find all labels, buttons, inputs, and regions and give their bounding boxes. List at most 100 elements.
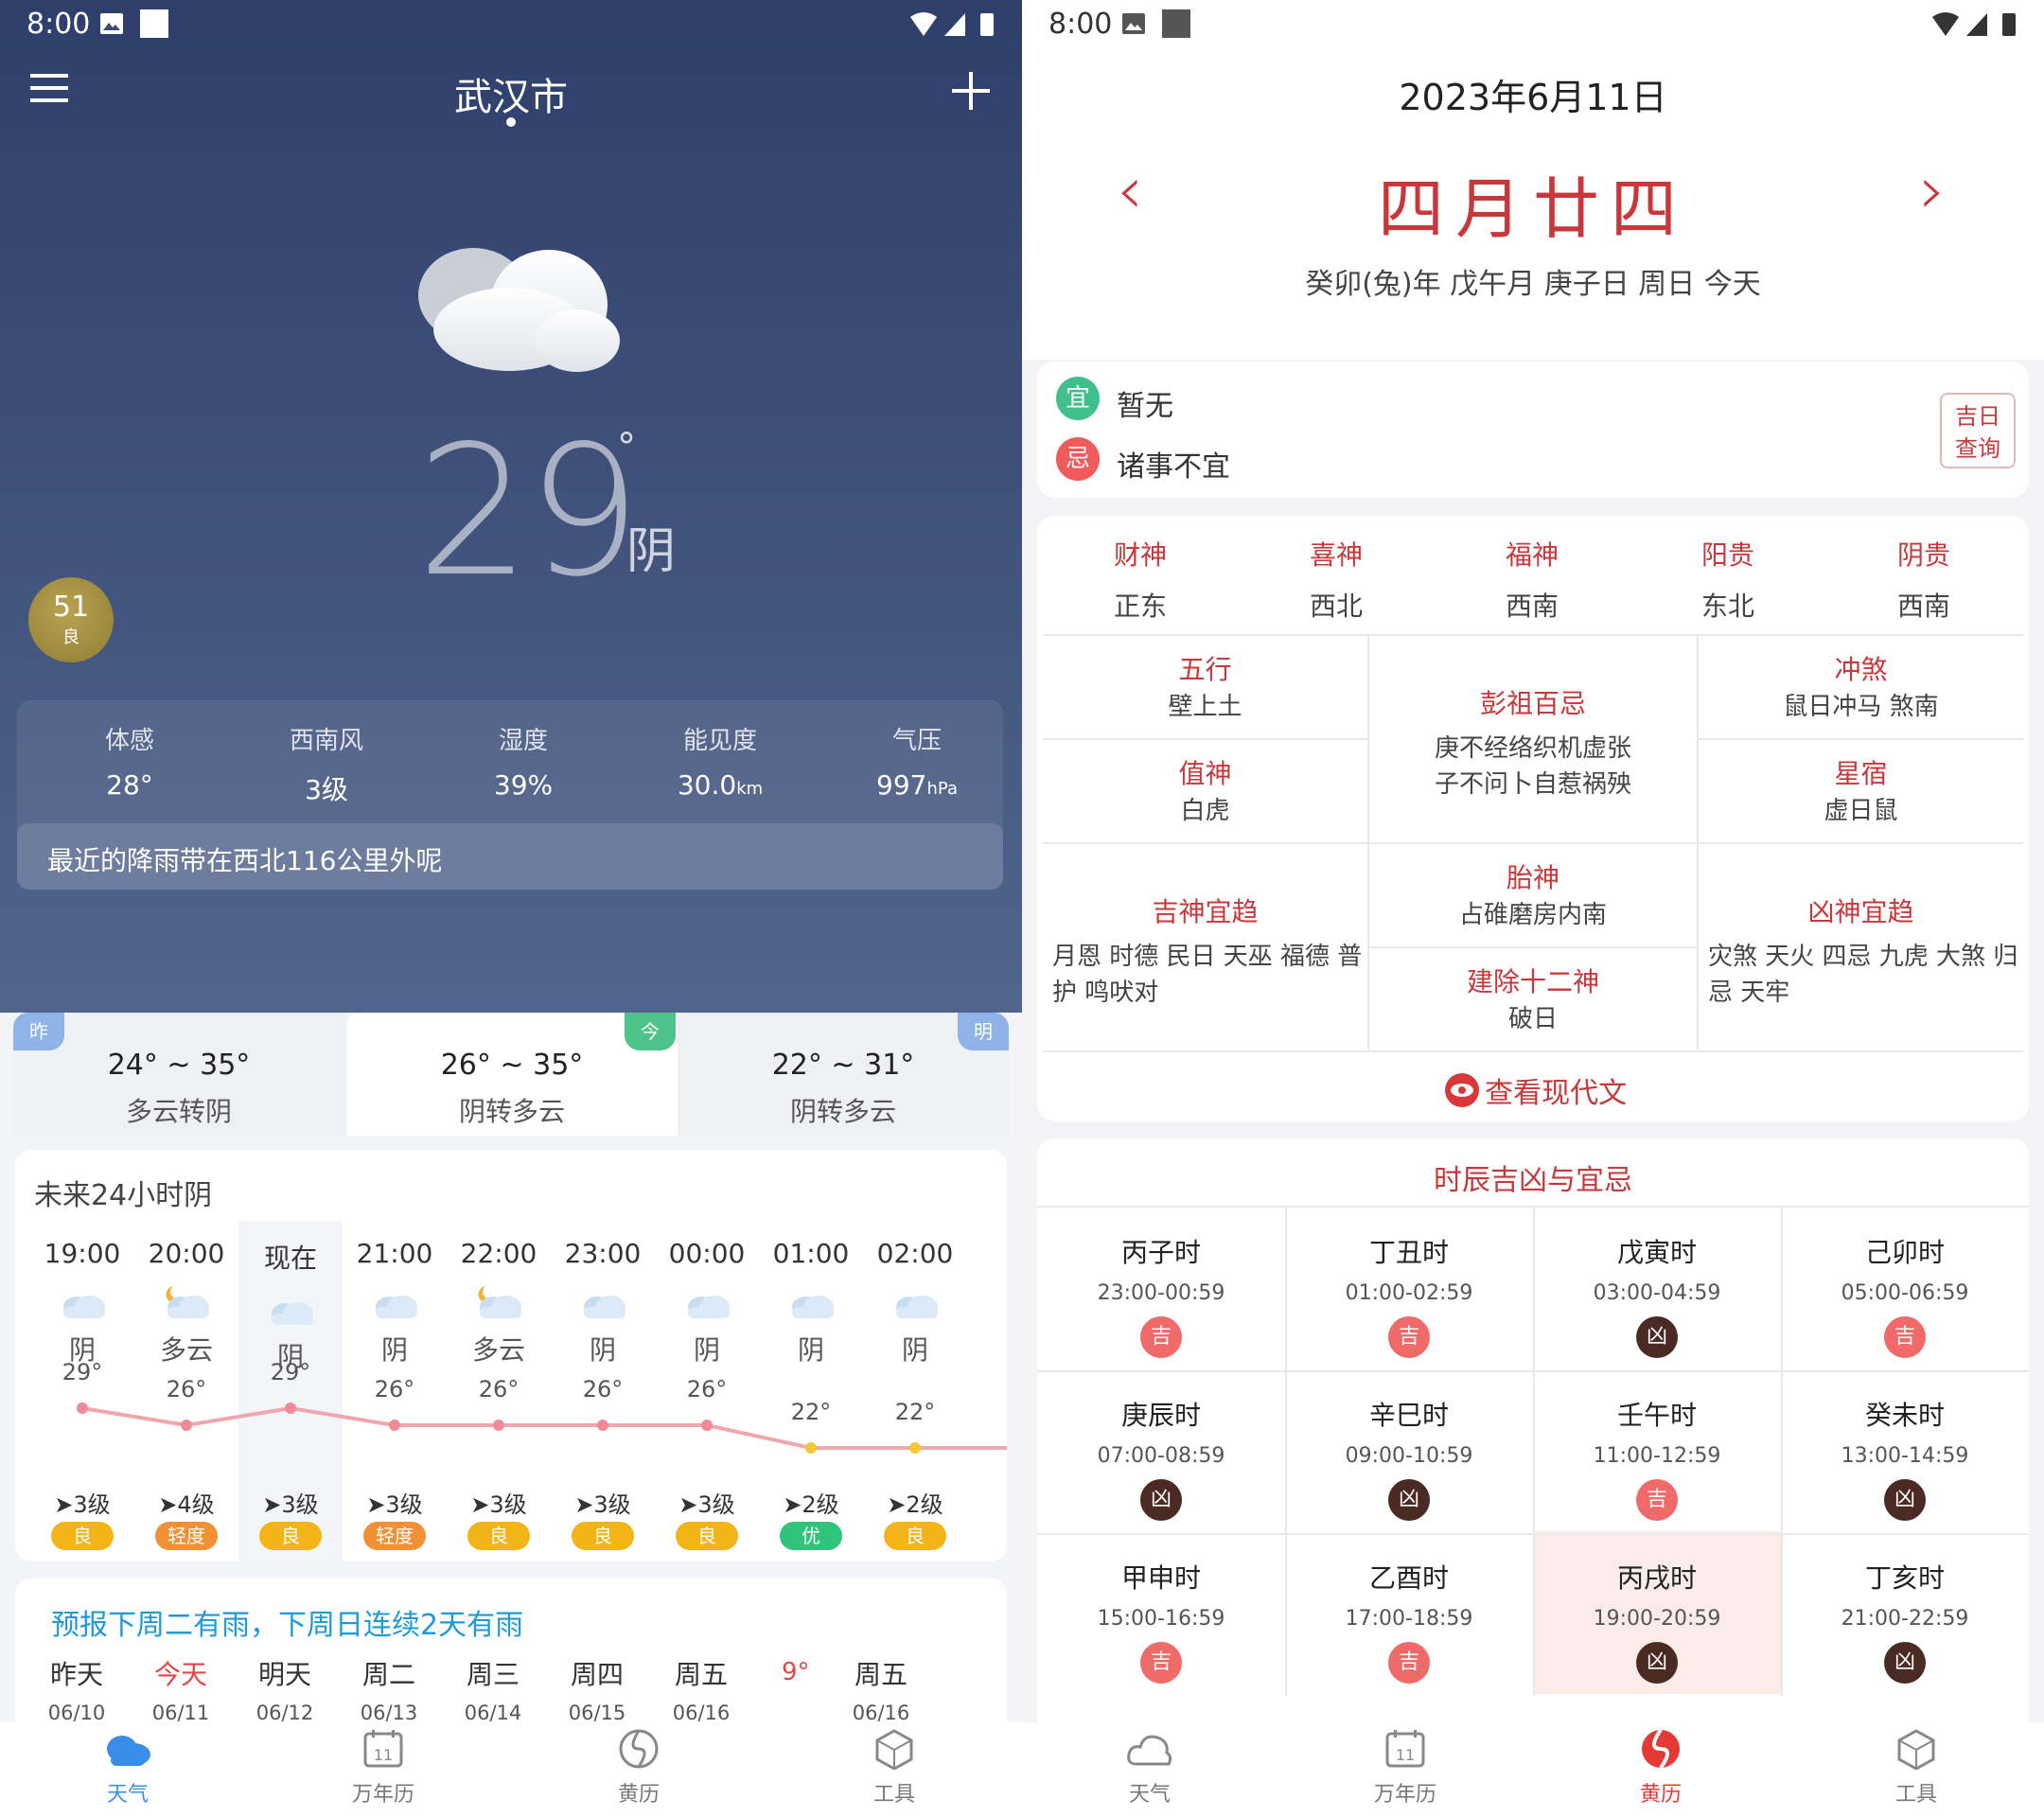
tab-tools[interactable]: 工具: [1788, 1728, 2044, 1808]
divider: [1043, 738, 1367, 740]
hour-cell[interactable]: 乙酉时 17:00-18:59 吉: [1285, 1533, 1533, 1684]
wind-direction-icon: ➤: [470, 1491, 490, 1518]
cell-value: 虚日鼠: [1824, 797, 1898, 825]
tab-almanac[interactable]: 黄历: [511, 1728, 766, 1808]
god-title: 财神: [1113, 539, 1167, 571]
hour-wind: ➤2级: [759, 1486, 863, 1519]
signal-battery-icon: [910, 12, 994, 36]
hour-cell[interactable]: 丁亥时 21:00-22:59 凶: [1781, 1533, 2029, 1684]
hour-range: 15:00-16:59: [1097, 1607, 1225, 1631]
hour-condition: 阴: [693, 1334, 720, 1366]
partly-cloudy-night-icon: [478, 1286, 521, 1318]
tab-almanac[interactable]: 黄历: [1533, 1728, 1788, 1808]
forecast-day[interactable]: 今天 06/11: [138, 1654, 223, 1724]
menu-icon[interactable]: [30, 72, 70, 104]
divider: [1533, 1208, 1535, 1696]
god-value: 西北: [1309, 591, 1363, 622]
cell-value: 庚不经络织机虚张: [1434, 734, 1631, 763]
weather-tab-icon: [107, 1736, 150, 1766]
hour-range: 19:00-20:59: [1593, 1607, 1721, 1631]
hour-cell[interactable]: 庚辰时 07:00-08:59 凶: [1037, 1370, 1285, 1521]
cloudy-icon: [376, 1296, 417, 1318]
temperature-line: [81, 1405, 1007, 1450]
view-modern-text-link[interactable]: 查看现代文: [1444, 1069, 1627, 1110]
god-direction: 阳贵 东北: [1630, 535, 1825, 624]
god-title: 喜神: [1309, 539, 1363, 571]
hour-name: 辛巳时: [1368, 1400, 1449, 1431]
city-title[interactable]: 武汉市: [369, 66, 653, 121]
almanac-tab-icon: [619, 1729, 659, 1769]
hour-cell[interactable]: 癸未时 13:00-14:59 凶: [1781, 1370, 2029, 1521]
hour-cell[interactable]: 己卯时 05:00-06:59 吉: [1781, 1208, 2029, 1358]
rain-notice-bar[interactable]: 最近的降雨带在西北116公里外呢: [17, 823, 1003, 890]
tab-calendar[interactable]: 11 万年历: [1278, 1728, 1533, 1808]
tab-calendar[interactable]: 11 万年历: [256, 1728, 511, 1808]
weather-tab-icon: [1127, 1735, 1172, 1766]
add-city-icon[interactable]: [950, 70, 992, 112]
notification-icon: [1162, 9, 1190, 38]
temperature-point: [493, 1420, 504, 1431]
hour-cell[interactable]: 丙戌时 19:00-20:59 凶: [1533, 1533, 1781, 1684]
tab-weather[interactable]: 天气: [0, 1728, 256, 1808]
day-condition: 阴转多云: [458, 1096, 565, 1127]
day-tab-yesterday[interactable]: 24° ~ 35° 多云转阴: [13, 1013, 344, 1136]
forecast-day[interactable]: 周五 06/16: [659, 1654, 744, 1724]
forecast-day[interactable]: 周四 06/15: [555, 1654, 640, 1724]
hour-cell[interactable]: 甲申时 15:00-16:59 吉: [1037, 1533, 1285, 1684]
forecast-day[interactable]: 周三 06/14: [450, 1654, 536, 1724]
tab-tools[interactable]: 工具: [766, 1728, 1022, 1808]
hour-cell[interactable]: 丁丑时 01:00-02:59 吉: [1285, 1208, 1533, 1358]
aqi-badge[interactable]: 51 良: [28, 577, 114, 662]
divider: [1781, 1208, 1783, 1696]
wind-level: 3级: [385, 1491, 423, 1518]
divider: [1037, 1370, 2029, 1372]
hour-temperature: 29°: [62, 1359, 103, 1385]
hour-range: 05:00-06:59: [1841, 1281, 1969, 1305]
cell-title: 胎神: [1506, 862, 1559, 893]
hour-range: 17:00-18:59: [1345, 1607, 1473, 1631]
forecast-day-date: 06/13: [360, 1702, 418, 1724]
ganzhi-line: 癸卯(兔)年 戊午月 庚子日 周日 今天: [1305, 268, 1761, 301]
forecast-day[interactable]: 昨天 06/10: [34, 1654, 119, 1724]
day-tab-today[interactable]: 26° ~ 35° 阴转多云: [346, 1013, 678, 1136]
solar-date[interactable]: 2023年6月11日: [1022, 68, 2044, 120]
hour-aqi-badge: 良: [572, 1522, 634, 1550]
cell-value: 月恩 时德 民日 天巫 福德 普: [1052, 943, 1363, 971]
tab-label: 黄历: [617, 1783, 660, 1807]
luck-badge: 吉: [1884, 1316, 1926, 1358]
auspicious-day-query-button[interactable]: 吉日 查询: [1940, 393, 2016, 468]
next-day-arrow[interactable]: ›: [1919, 151, 1946, 229]
tab-weather[interactable]: 天气: [1022, 1728, 1278, 1808]
cell-title: 值神: [1178, 758, 1232, 789]
jianchu-cell: 建除十二神 破日: [1369, 961, 1697, 1037]
cell-title: 星宿: [1834, 758, 1888, 789]
god-value: 西南: [1896, 591, 1950, 622]
hour-cell[interactable]: 戊寅时 03:00-04:59 凶: [1533, 1208, 1781, 1358]
forecast-day[interactable]: 周二 06/13: [346, 1654, 432, 1724]
luck-badge: 凶: [1636, 1316, 1678, 1358]
day-range: 24° ~ 35°: [107, 1049, 251, 1082]
day-tab-tomorrow[interactable]: 22° ~ 31° 阴转多云: [678, 1013, 1009, 1136]
almanac-tab-icon: [1642, 1728, 1680, 1770]
hourly-item: 现在阴: [238, 1238, 343, 1374]
hour-cell[interactable]: 辛巳时 09:00-10:59 凶: [1285, 1370, 1533, 1521]
hour-cell[interactable]: 丙子时 23:00-00:59 吉: [1037, 1208, 1285, 1358]
stat-value: 3级: [305, 774, 348, 805]
hour-range: 03:00-04:59: [1593, 1281, 1721, 1305]
weather-screen: 8:00 武汉市 29 ° 阴 51 良 体感 28° 西南风 3级 湿度 39…: [0, 0, 1022, 1817]
cell-value: 壁上土: [1168, 693, 1242, 721]
hour-time: 00:00: [668, 1238, 746, 1269]
hour-condition: 阴: [797, 1334, 824, 1366]
stat-title: 湿度: [498, 727, 548, 755]
hour-cell[interactable]: 壬午时 11:00-12:59 吉: [1533, 1370, 1781, 1521]
divider: [1285, 1208, 1287, 1696]
forecast-day[interactable]: 周五 06/16: [838, 1654, 924, 1724]
status-time: 8:00: [1048, 8, 1113, 41]
wind-direction-icon: ➤: [574, 1491, 594, 1518]
hour-aqi-badge: 轻度: [363, 1522, 426, 1550]
hour-name: 丁丑时: [1368, 1237, 1449, 1268]
hour-condition: 多云: [159, 1334, 213, 1366]
forecast-day[interactable]: 明天 06/12: [242, 1654, 327, 1724]
hour-range: 01:00-02:59: [1345, 1281, 1473, 1305]
hourly-item: 02:00 阴: [863, 1238, 967, 1367]
